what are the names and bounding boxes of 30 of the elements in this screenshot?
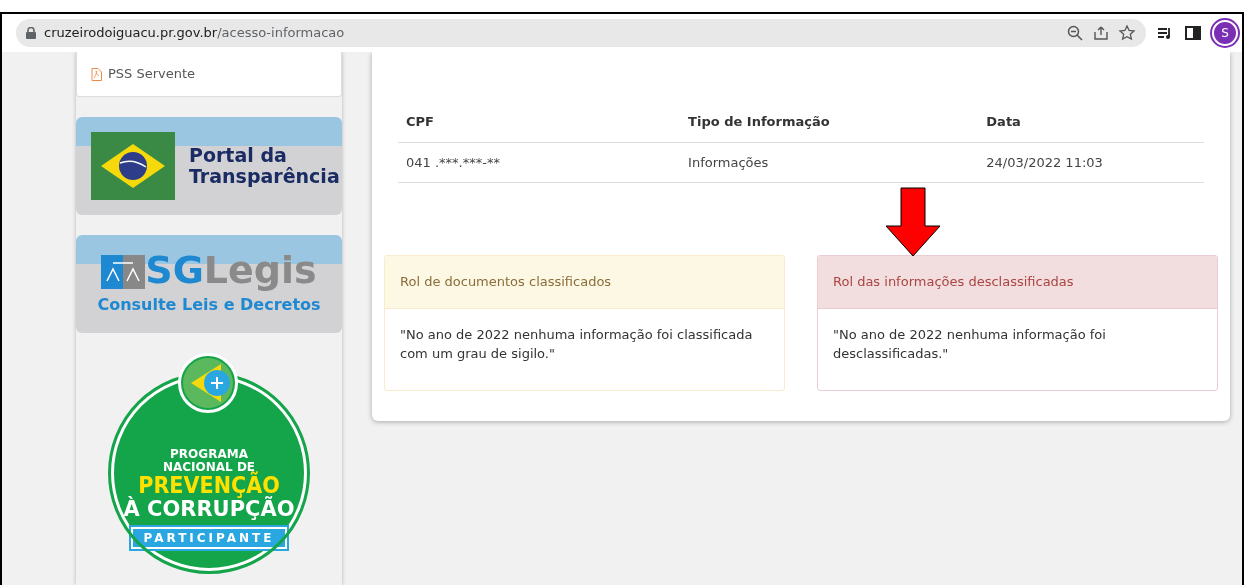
table-cell: 24/03/2022 11:03 (978, 142, 1204, 183)
zoom-icon[interactable] (1066, 24, 1084, 42)
banner-title: Portal da (189, 145, 288, 166)
table-cell: 041 .***.***-** (398, 142, 681, 183)
lock-icon (26, 27, 36, 39)
seal-text: À CORRUPÇÃO (123, 498, 295, 521)
scales-icon (101, 255, 146, 289)
seal-text: PROGRAMA (170, 448, 248, 461)
url-text: cruzeirodoiguacu.pr.gov.br/acesso-informacao (44, 24, 345, 43)
logo-text: Legis (203, 251, 317, 289)
pdf-icon (91, 67, 102, 81)
panel-title: Rol das informações desclassificadas (818, 256, 1217, 309)
banner-title: Transparência (189, 166, 340, 187)
panel-text: "No ano de 2022 nenhuma informação foi classificada com um grau de sigilo." (399, 325, 754, 363)
profile-avatar[interactable]: S (1212, 20, 1238, 46)
seal-ribbon: PARTICIPANTE (131, 526, 287, 549)
share-icon[interactable] (1092, 24, 1110, 42)
banner-subtitle: Consulte Leis e Decretos (97, 294, 321, 316)
document-link[interactable]: PSS Servente (76, 52, 342, 97)
column-header: CPF (398, 102, 681, 142)
address-bar[interactable]: cruzeirodoiguacu.pr.gov.br/acesso-informacao (16, 19, 1146, 47)
transparency-portal-banner[interactable]: Portal da Transparência (76, 117, 342, 215)
panel-text: "No ano de 2022 nenhuma informação foi desclassificadas." (832, 325, 1107, 363)
logo-text: SG (145, 251, 204, 289)
star-icon[interactable] (1118, 24, 1136, 42)
panel-title: Rol de documentos classificados (385, 256, 784, 309)
side-panel-icon[interactable] (1184, 24, 1202, 42)
column-header: Tipo de Informação (680, 102, 979, 142)
table-cell: Informações (680, 142, 979, 183)
column-header: Data (978, 102, 1204, 142)
